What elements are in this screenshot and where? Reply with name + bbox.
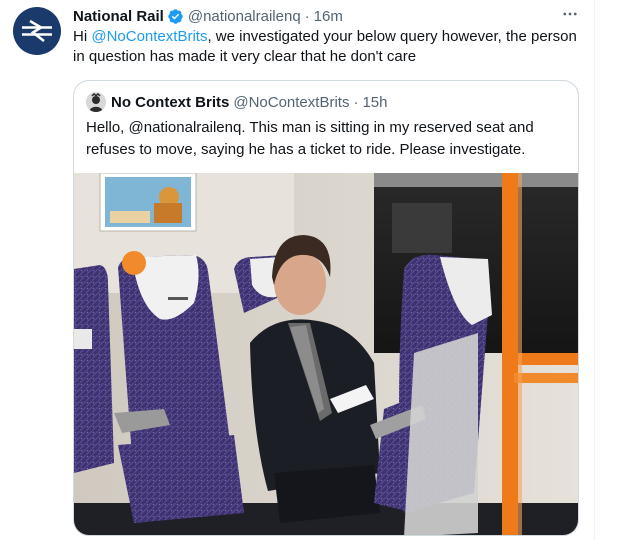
quoted-author-name[interactable]: No Context Brits	[111, 94, 229, 111]
tweet-text-prefix: Hi	[73, 28, 92, 45]
timeline-divider	[594, 0, 595, 540]
national-rail-avatar[interactable]	[13, 7, 61, 55]
tweet-text: Hi @NoContextBrits, we investigated your…	[73, 27, 583, 67]
tweet-header: National Rail @nationalrailenq · 16m	[73, 6, 343, 26]
tweet-timestamp[interactable]: 16m	[314, 8, 343, 25]
author-handle[interactable]: @nationalrailenq	[188, 8, 301, 25]
quoted-tweet-text: Hello, @nationalrailenq. This man is sit…	[86, 119, 534, 158]
tweet[interactable]: National Rail @nationalrailenq · 16m Hi …	[0, 0, 594, 540]
mention-link[interactable]: @NoContextBrits	[91, 28, 207, 45]
quoted-tweet[interactable]: No Context Brits @NoContextBrits · 15h H…	[73, 80, 579, 536]
author-name[interactable]: National Rail	[73, 8, 164, 25]
verified-badge-icon	[167, 8, 184, 25]
more-options-icon[interactable]	[560, 4, 580, 24]
quoted-author-handle[interactable]: @NoContextBrits	[233, 94, 349, 111]
quoted-tweet-header: No Context Brits @NoContextBrits · 15h	[86, 92, 387, 112]
train-seat-photo[interactable]	[74, 173, 579, 536]
quoted-separator-dot: ·	[353, 93, 359, 111]
quoted-author-avatar[interactable]	[86, 92, 106, 112]
national-rail-logo-icon	[22, 20, 52, 42]
separator-dot: ·	[304, 7, 310, 25]
quoted-tweet-timestamp[interactable]: 15h	[362, 94, 387, 111]
